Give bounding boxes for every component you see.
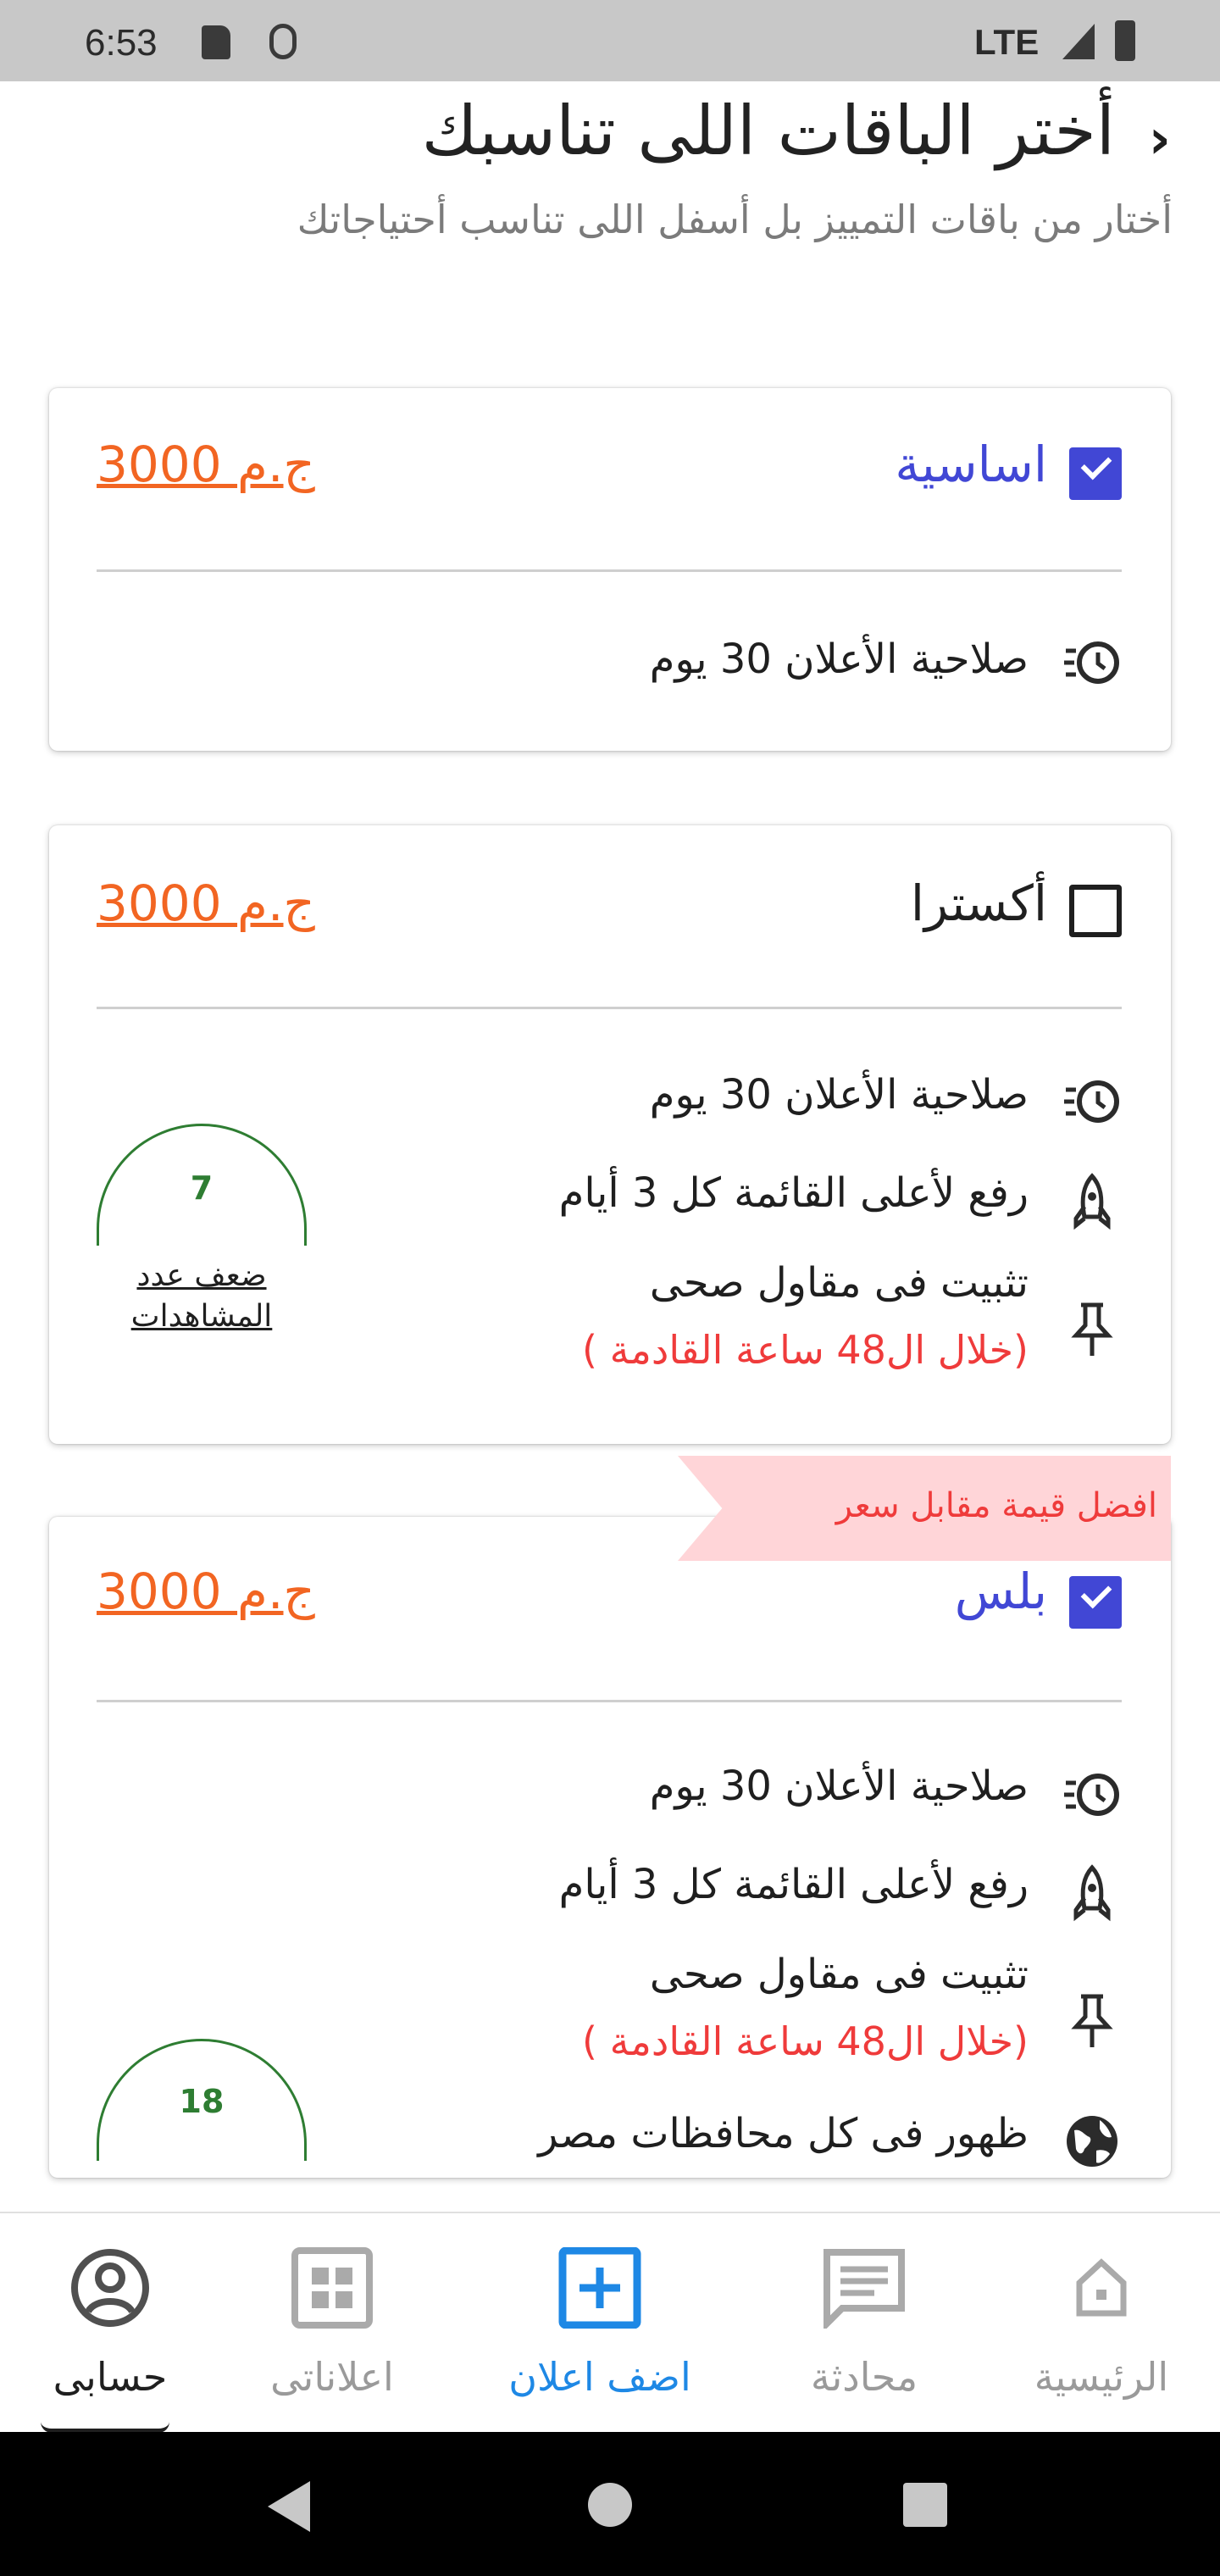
best-value-ribbon: افضل قيمة مقابل سعر (678, 1456, 1171, 1561)
plan-checkbox-plus[interactable] (1069, 1576, 1122, 1629)
feature-bump: رفع لأعلى القائمة كل 3 أيام (558, 1169, 1029, 1217)
add-box-icon (557, 2246, 642, 2329)
network-type: LTE (974, 22, 1040, 62)
plan-card-plus[interactable]: بلس 3000 ج.م صلاحية الأعلان 30 يوم رفع ل… (49, 1517, 1171, 2178)
feature-pin-note: (خلال ال48 ساعة القادمة ) (582, 1327, 1029, 1373)
clock-icon (1062, 632, 1122, 691)
nav-chat[interactable]: محادثة (754, 2213, 974, 2434)
pin-icon (1062, 1300, 1122, 1359)
feature-pin: تثبيت فى مقاول صحى (649, 1951, 1029, 1998)
plan-card-basic[interactable]: اساسية 3000 ج.م صلاحية الأعلان 30 يوم (49, 388, 1171, 751)
card-divider (97, 569, 1122, 572)
rocket-icon (1062, 1173, 1122, 1232)
system-home-icon[interactable] (588, 2483, 632, 2527)
plan-name: بلس (954, 1563, 1047, 1620)
card-divider (97, 1700, 1122, 1702)
feature-pin: تثبيت فى مقاول صحى (649, 1259, 1029, 1307)
system-nav-bar (0, 2432, 1220, 2576)
plan-card-extra[interactable]: أكسترا 3000 ج.م صلاحية الأعلان 30 يوم رف… (49, 825, 1171, 1444)
chat-icon (822, 2247, 907, 2332)
battery-icon (1115, 20, 1135, 61)
feature-validity: صلاحية الأعلان 30 يوم (649, 1071, 1029, 1119)
card-divider (97, 1007, 1122, 1009)
nav-label-account: حسابى (53, 2354, 168, 2400)
rocket-icon (1062, 1864, 1122, 1924)
grid-icon (290, 2247, 374, 2329)
page-subtitle: أختار من باقات التمييز بل أسفل اللى تناس… (297, 197, 1173, 242)
plan-price: 3000 ج.م (97, 874, 315, 932)
system-recents-icon[interactable] (903, 2483, 947, 2527)
nav-label-my-ads: اعلاناتى (270, 2354, 394, 2400)
back-chevron-icon[interactable]: › (1149, 108, 1171, 171)
nav-my-ads[interactable]: اعلاناتى (222, 2213, 442, 2434)
clock-icon (1062, 1071, 1122, 1130)
nav-label-add-ad: اضف اعلان (508, 2354, 691, 2400)
globe-icon (1062, 2112, 1122, 2171)
home-icon (1059, 2247, 1144, 2329)
nav-home[interactable]: الرئيسية (991, 2213, 1212, 2434)
status-time: 6:53 (85, 22, 158, 64)
system-back-icon[interactable] (268, 2481, 310, 2532)
plan-name: اساسية (895, 436, 1047, 493)
account-icon (68, 2247, 152, 2329)
views-label-line1: ضعف عدد (136, 1258, 267, 1293)
feature-validity: صلاحية الأعلان 30 يوم (649, 636, 1029, 683)
page-title: أختر الباقات اللى تناسبك (421, 92, 1115, 170)
plan-price: 3000 ج.م (97, 1563, 315, 1620)
views-multiplier: 18 (179, 2083, 225, 2120)
plan-price: 3000 ج.م (97, 436, 315, 493)
clock-icon (1062, 1764, 1122, 1824)
feature-validity: صلاحية الأعلان 30 يوم (649, 1763, 1029, 1810)
status-bar: 6:53 LTE (0, 0, 1220, 81)
sd-card-icon (202, 25, 230, 59)
plan-name: أكسترا (910, 874, 1047, 932)
views-label-line2: المشاهدات (130, 1299, 273, 1334)
feature-bump: رفع لأعلى القائمة كل 3 أيام (558, 1861, 1029, 1908)
ribbon-text: افضل قيمة مقابل سعر (835, 1486, 1157, 1525)
face-unlock-icon (269, 24, 297, 59)
nav-account[interactable]: حسابى (0, 2213, 220, 2434)
plan-checkbox-basic[interactable] (1069, 447, 1122, 500)
nav-label-chat: محادثة (810, 2354, 918, 2400)
feature-all-governorates: ظهور فى كل محافظات مصر (538, 2110, 1029, 2157)
nav-add-ad[interactable]: اضف اعلان (490, 2213, 710, 2434)
feature-pin-note: (خلال ال48 ساعة القادمة ) (582, 2018, 1029, 2064)
nav-label-home: الرئيسية (1034, 2354, 1169, 2400)
pin-icon (1062, 1991, 1122, 2051)
bottom-nav: حسابى اعلاناتى اضف اعلان محادثة الرئيسية (0, 2212, 1220, 2434)
views-multiplier: 7 (190, 1169, 214, 1207)
signal-icon (1062, 24, 1095, 59)
plan-checkbox-extra[interactable] (1069, 885, 1122, 937)
